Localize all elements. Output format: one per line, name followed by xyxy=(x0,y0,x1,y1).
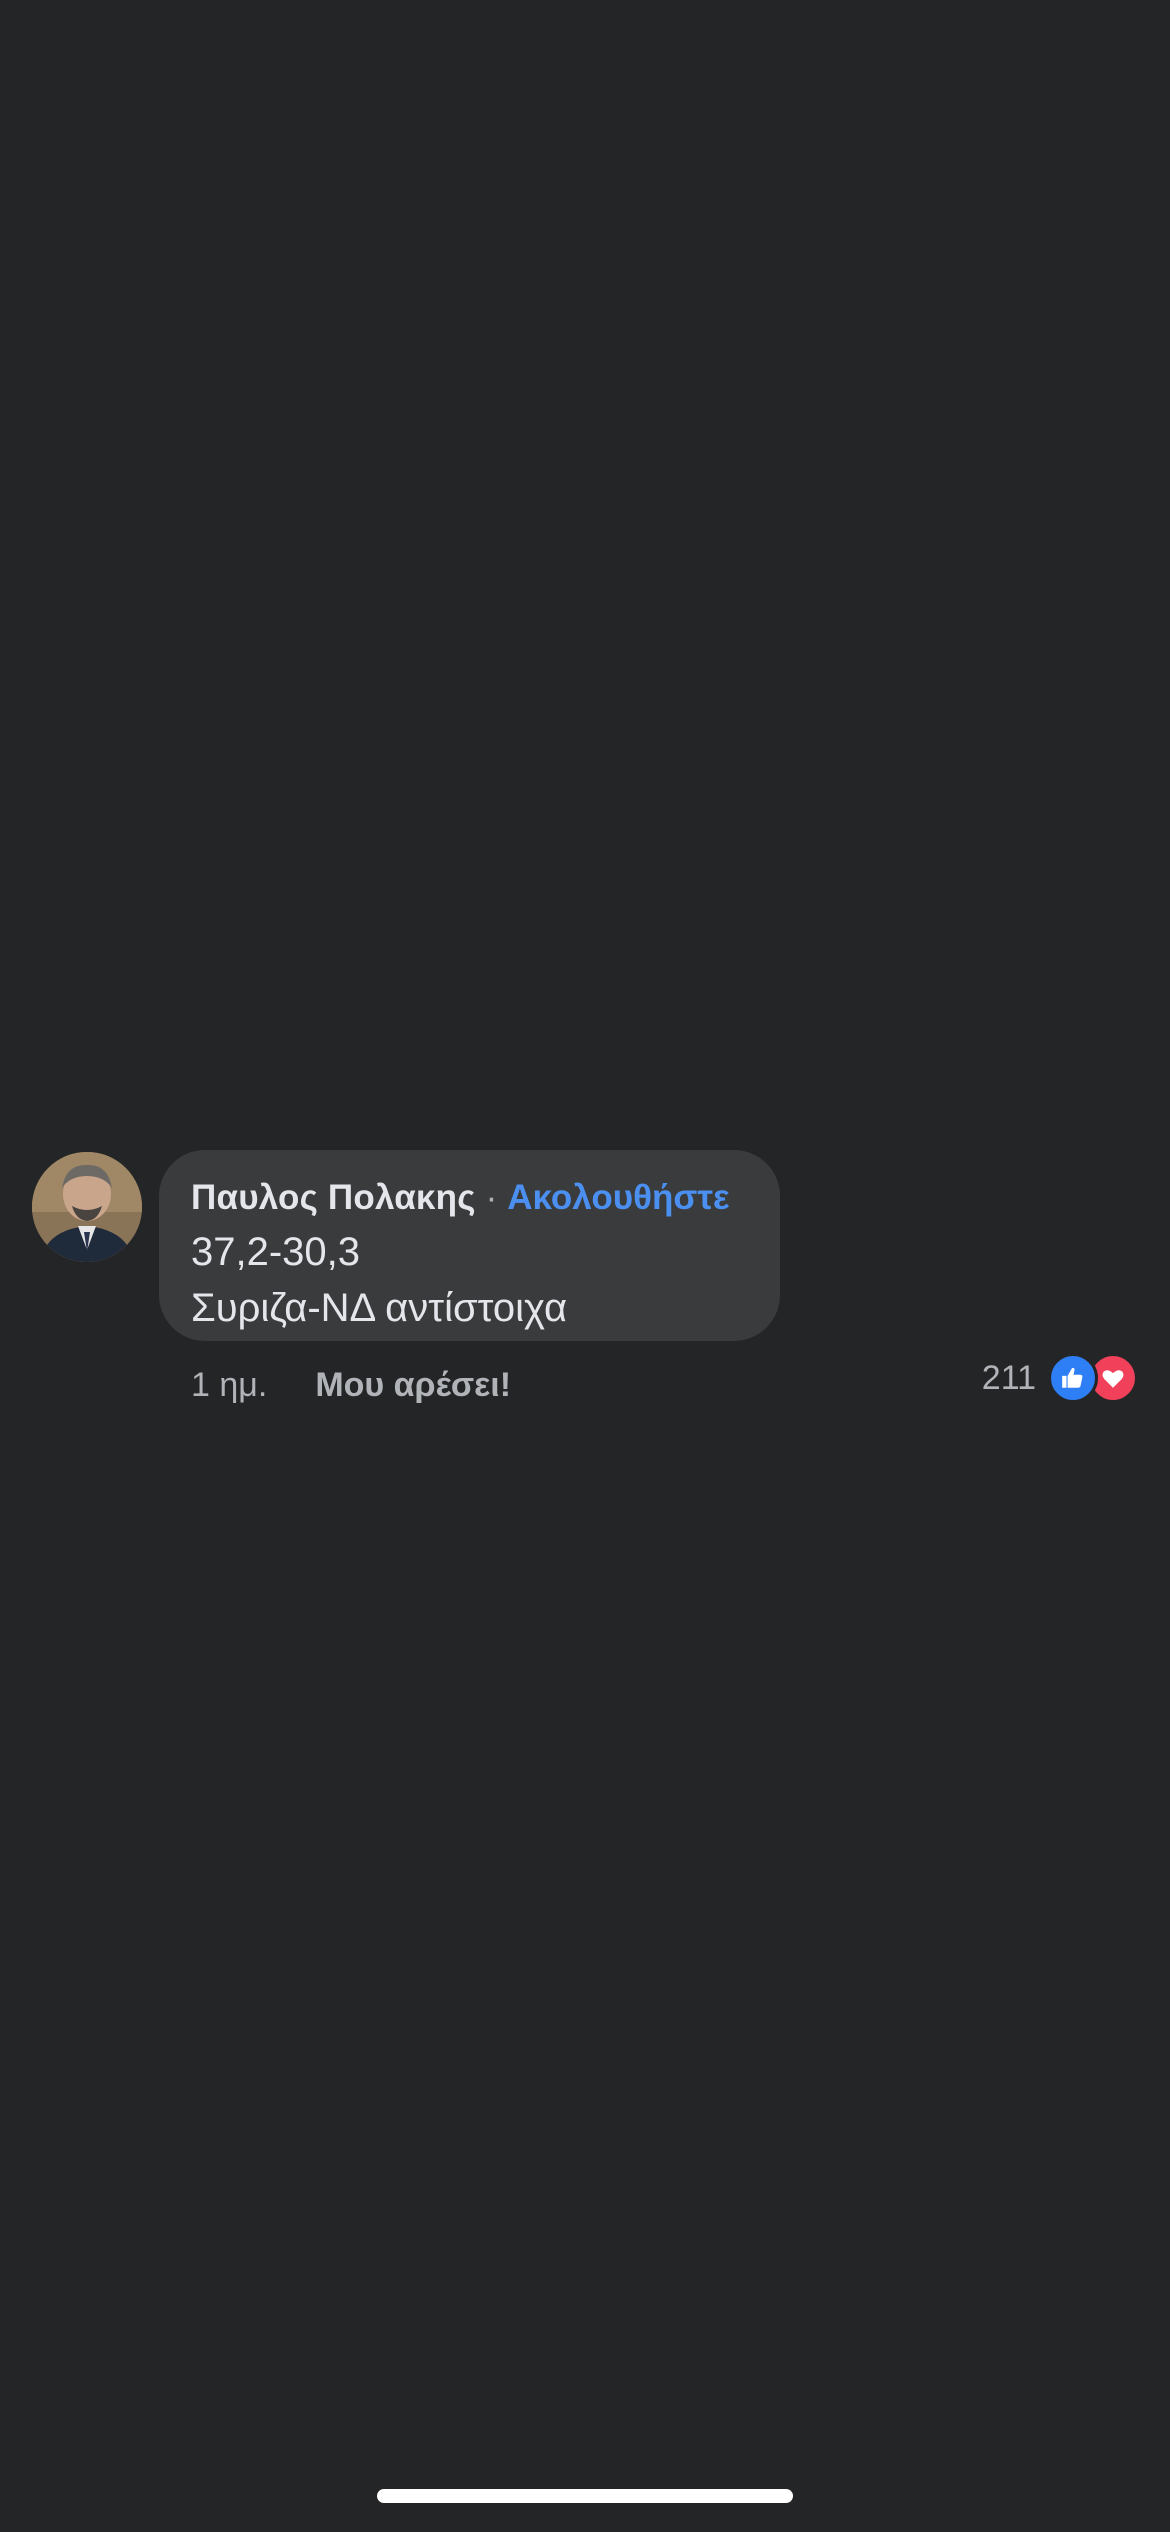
comment-text-line-2: Συριζα-ΝΔ αντίστοιχα xyxy=(191,1286,568,1330)
comment-actions: 1 ημ. Μου αρέσει! xyxy=(191,1360,511,1410)
comment: Παυλος Πολακης · Ακολουθήστε 37,2-30,3 Σ… xyxy=(0,1150,1170,1410)
comment-header: Παυλος Πολακης · Ακολουθήστε xyxy=(191,1172,748,1224)
comment-timestamp[interactable]: 1 ημ. xyxy=(191,1366,267,1405)
author-name[interactable]: Παυλος Πολακης xyxy=(191,1178,476,1218)
comment-bubble: Παυλος Πολακης · Ακολουθήστε 37,2-30,3 Σ… xyxy=(159,1150,780,1341)
home-indicator[interactable] xyxy=(377,2489,793,2503)
follow-link[interactable]: Ακολουθήστε xyxy=(507,1178,729,1218)
avatar[interactable] xyxy=(32,1152,142,1262)
reactions-summary[interactable]: 211 xyxy=(982,1353,1138,1403)
comment-text-line-1: 37,2-30,3 xyxy=(191,1230,361,1274)
reaction-count: 211 xyxy=(981,1358,1036,1397)
separator-dot: · xyxy=(485,1178,498,1217)
like-icon xyxy=(1048,1353,1098,1403)
like-button[interactable]: Μου αρέσει! xyxy=(315,1366,511,1405)
